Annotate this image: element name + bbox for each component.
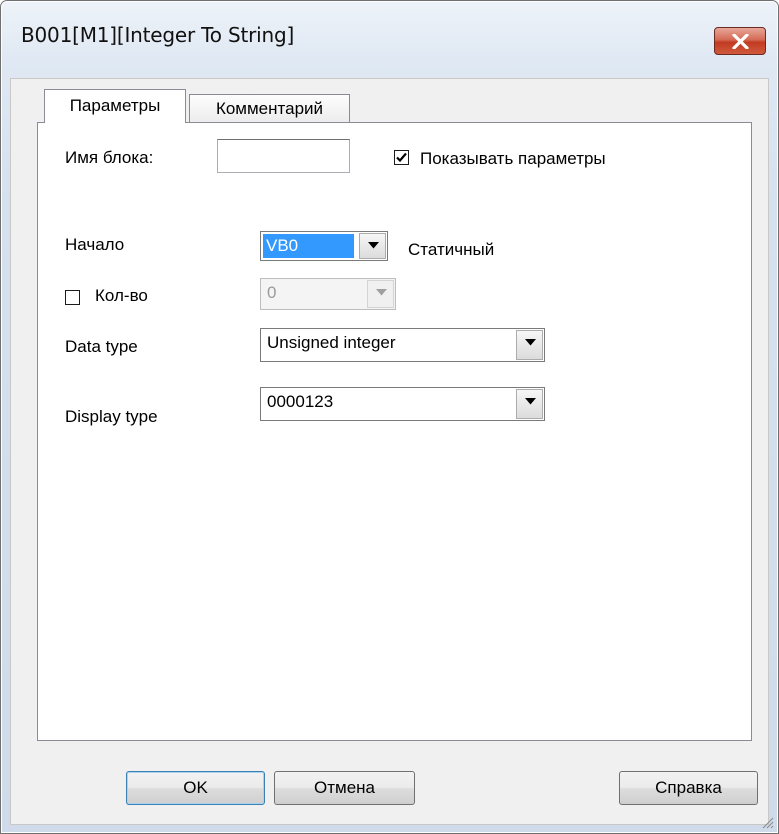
dialog-window: B001[M1][Integer To String] Параметры Ко… [0,0,779,834]
count-checkbox[interactable] [65,290,80,305]
block-name-input[interactable] [217,139,350,173]
tab-parameters-label: Параметры [69,96,161,115]
help-button[interactable]: Справка [619,771,758,805]
close-icon [732,34,749,49]
display-type-label: Display type [65,407,158,426]
window-title: B001[M1][Integer To String] [21,23,295,47]
start-label: Начало [65,235,125,254]
count-label: Кол-во [95,286,148,305]
tab-comment-label: Комментарий [215,99,324,118]
parameters-panel: Имя блока: Показывать параметры Начало V… [37,122,752,741]
chevron-down-icon [525,398,536,405]
resize-grip-icon[interactable] [760,815,774,829]
start-mode-label: Статичный [408,240,495,259]
chevron-down-icon [368,242,379,249]
data-type-select[interactable]: Unsigned integer [260,328,545,362]
data-type-dropdown[interactable] [516,330,543,360]
tab-comment[interactable]: Комментарий [189,94,350,123]
show-parameters-checkbox[interactable] [394,150,409,165]
display-type-select[interactable]: 0000123 [260,387,545,421]
tab-parameters[interactable]: Параметры [44,89,186,123]
show-parameters-label: Показывать параметры [420,149,606,168]
checkmark-icon [396,152,407,163]
block-name-label: Имя блока: [65,148,154,167]
start-address-value: VB0 [263,234,354,258]
start-address-dropdown[interactable] [359,233,386,259]
count-value: 0 [267,283,277,302]
display-type-dropdown[interactable] [516,389,543,419]
display-type-value: 0000123 [267,392,334,411]
ok-button[interactable]: OK [126,771,265,805]
close-button[interactable] [714,27,766,55]
cancel-button[interactable]: Отмена [274,771,415,805]
chevron-down-icon [525,339,536,346]
data-type-label: Data type [65,337,138,356]
chevron-down-icon [376,289,387,296]
data-type-value: Unsigned integer [267,333,396,352]
count-select: 0 [260,278,396,310]
count-dropdown [367,280,394,308]
start-address-select[interactable]: VB0 [260,231,388,261]
